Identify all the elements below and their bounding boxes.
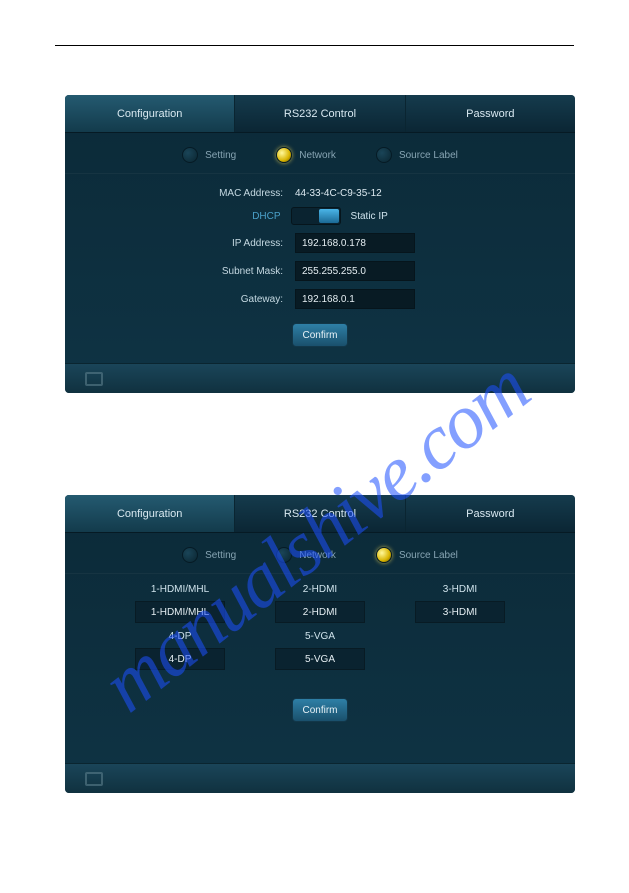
page-divider <box>55 45 574 46</box>
radio-icon <box>376 147 392 163</box>
gateway-label: Gateway: <box>105 294 295 305</box>
tab-rs232-control[interactable]: RS232 Control <box>235 95 405 132</box>
subtab-network[interactable]: Network <box>276 147 336 163</box>
source-input[interactable]: 1-HDMI/MHL <box>135 601 225 623</box>
source-label: 1-HDMI/MHL <box>151 584 209 595</box>
source-label: 3-HDMI <box>443 584 477 595</box>
network-form: MAC Address: 44-33-4C-C9-35-12 DHCP Stat… <box>65 174 575 347</box>
config-panel-source-label: Configuration RS232 Control Password Set… <box>65 495 575 793</box>
panel-footer <box>65 763 575 793</box>
source-item-5: 5-VGA 5-VGA <box>265 631 375 670</box>
subtab-setting[interactable]: Setting <box>182 147 236 163</box>
radio-icon <box>276 547 292 563</box>
ip-address-input[interactable]: 192.168.0.178 <box>295 233 415 253</box>
gateway-row: Gateway: 192.168.0.1 <box>105 289 535 309</box>
monitor-icon <box>85 372 103 386</box>
subtab-setting[interactable]: Setting <box>182 547 236 563</box>
source-input[interactable]: 2-HDMI <box>275 601 365 623</box>
ip-address-label: IP Address: <box>105 238 295 249</box>
source-label: 5-VGA <box>305 631 335 642</box>
source-label: 4-DP <box>169 631 192 642</box>
subtab-label: Source Label <box>399 150 458 161</box>
subtab-source-label[interactable]: Source Label <box>376 147 458 163</box>
dhcp-label: DHCP <box>252 211 280 222</box>
source-grid: 1-HDMI/MHL 1-HDMI/MHL 2-HDMI 2-HDMI 3-HD… <box>65 574 575 670</box>
subnet-mask-label: Subnet Mask: <box>105 266 295 277</box>
source-input[interactable]: 5-VGA <box>275 648 365 670</box>
radio-icon <box>182 147 198 163</box>
source-item-2: 2-HDMI 2-HDMI <box>265 584 375 623</box>
sub-tabbar: Setting Network Source Label <box>65 133 575 174</box>
subtab-network[interactable]: Network <box>276 547 336 563</box>
mac-address-label: MAC Address: <box>105 188 295 199</box>
confirm-button[interactable]: Confirm <box>292 698 348 722</box>
confirm-button[interactable]: Confirm <box>292 323 348 347</box>
sub-tabbar: Setting Network Source Label <box>65 533 575 574</box>
source-item-1: 1-HDMI/MHL 1-HDMI/MHL <box>125 584 235 623</box>
source-item-4: 4-DP 4-DP <box>125 631 235 670</box>
tab-rs232-control[interactable]: RS232 Control <box>235 495 405 532</box>
static-ip-label: Static IP <box>351 211 388 222</box>
gateway-input[interactable]: 192.168.0.1 <box>295 289 415 309</box>
subtab-label: Source Label <box>399 550 458 561</box>
toggle-knob-icon <box>319 209 339 223</box>
source-input[interactable]: 3-HDMI <box>415 601 505 623</box>
main-tabbar: Configuration RS232 Control Password <box>65 95 575 133</box>
subtab-label: Setting <box>205 550 236 561</box>
subnet-mask-row: Subnet Mask: 255.255.255.0 <box>105 261 535 281</box>
dhcp-toggle-row: DHCP Static IP <box>105 207 535 225</box>
source-label: 2-HDMI <box>303 584 337 595</box>
source-item-3: 3-HDMI 3-HDMI <box>405 584 515 623</box>
config-panel-network: Configuration RS232 Control Password Set… <box>65 95 575 393</box>
radio-icon <box>376 547 392 563</box>
subtab-label: Network <box>299 550 336 561</box>
ip-address-row: IP Address: 192.168.0.178 <box>105 233 535 253</box>
tab-configuration[interactable]: Configuration <box>65 95 235 132</box>
subtab-source-label[interactable]: Source Label <box>376 547 458 563</box>
main-tabbar: Configuration RS232 Control Password <box>65 495 575 533</box>
tab-password[interactable]: Password <box>406 95 575 132</box>
monitor-icon <box>85 772 103 786</box>
ip-mode-toggle[interactable] <box>291 207 341 225</box>
mac-address-row: MAC Address: 44-33-4C-C9-35-12 <box>105 188 535 199</box>
source-input[interactable]: 4-DP <box>135 648 225 670</box>
subnet-mask-input[interactable]: 255.255.255.0 <box>295 261 415 281</box>
mac-address-value: 44-33-4C-C9-35-12 <box>295 188 382 199</box>
subtab-label: Network <box>299 150 336 161</box>
panel-footer <box>65 363 575 393</box>
radio-icon <box>182 547 198 563</box>
tab-password[interactable]: Password <box>406 495 575 532</box>
subtab-label: Setting <box>205 150 236 161</box>
radio-icon <box>276 147 292 163</box>
tab-configuration[interactable]: Configuration <box>65 495 235 532</box>
